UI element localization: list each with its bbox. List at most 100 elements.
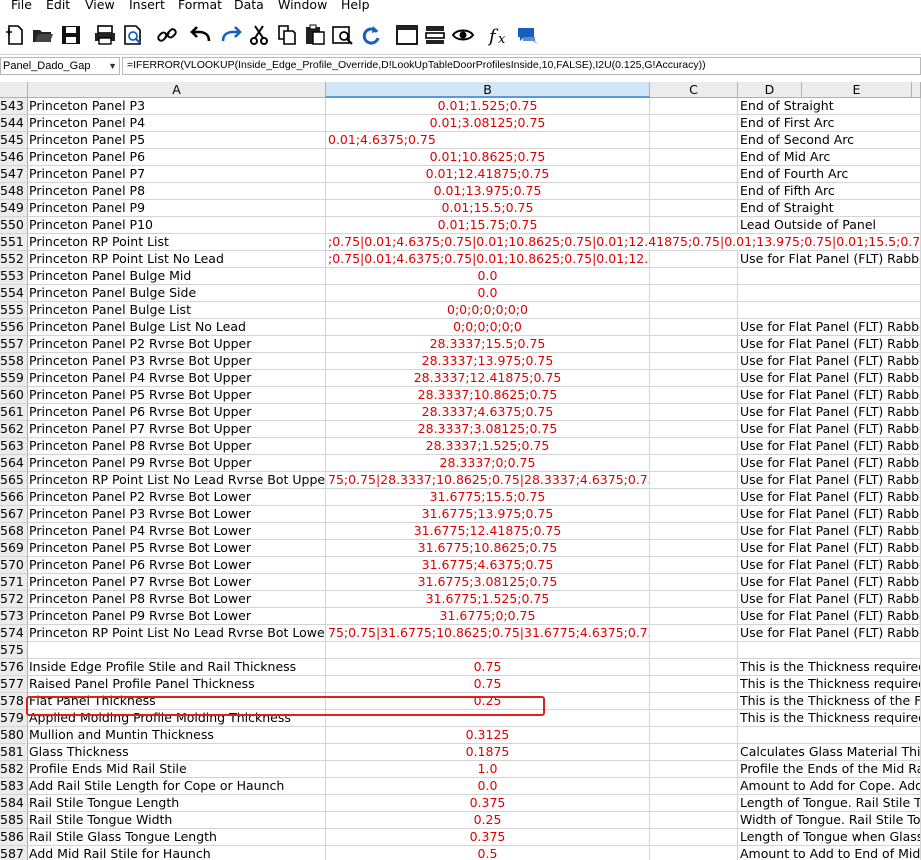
- cell-d[interactable]: [738, 642, 921, 659]
- cell-b[interactable]: 0.375: [326, 795, 650, 812]
- row-number[interactable]: 568: [0, 523, 28, 540]
- cell-c[interactable]: [650, 642, 738, 659]
- cell-b[interactable]: 0.01;13.975;0.75: [326, 183, 650, 200]
- row-number[interactable]: 548: [0, 183, 28, 200]
- chevron-down-icon[interactable]: ▼: [108, 61, 117, 71]
- cell-c[interactable]: [650, 302, 738, 319]
- cell-a[interactable]: Princeton Panel P3 Rvrse Bot Upper: [28, 353, 326, 370]
- cell-c[interactable]: [650, 795, 738, 812]
- cell-b[interactable]: 31.6775;15.5;0.75: [326, 489, 650, 506]
- cell-c[interactable]: [650, 472, 738, 489]
- row-number[interactable]: 565: [0, 472, 28, 489]
- cell-d[interactable]: This is the Thickness required: [738, 659, 921, 676]
- cell-d[interactable]: Use for Flat Panel (FLT) Rabbet: [738, 625, 921, 642]
- row-number[interactable]: 560: [0, 387, 28, 404]
- print-preview-icon[interactable]: [120, 22, 146, 48]
- cell-d[interactable]: End of Straight: [738, 98, 921, 115]
- copy-icon[interactable]: [274, 22, 300, 48]
- row-number[interactable]: 552: [0, 251, 28, 268]
- row-number[interactable]: 583: [0, 778, 28, 795]
- cell-a[interactable]: Princeton Panel P2 Rvrse Bot Lower: [28, 489, 326, 506]
- cell-d[interactable]: Calculates Glass Material Thic: [738, 744, 921, 761]
- row-number[interactable]: 558: [0, 353, 28, 370]
- row-number[interactable]: 544: [0, 115, 28, 132]
- cell-b[interactable]: 0.01;15.5;0.75: [326, 200, 650, 217]
- cell-c[interactable]: [650, 455, 738, 472]
- cell-a[interactable]: Princeton Panel P3 Rvrse Bot Lower: [28, 506, 326, 523]
- cell-d[interactable]: Use for Flat Panel (FLT) Rabbet: [738, 421, 921, 438]
- cell-b[interactable]: 75;0.75|28.3337;10.8625;0.75|28.3337;4.6…: [326, 472, 650, 489]
- menu-item-data[interactable]: Data: [234, 0, 264, 12]
- row-number[interactable]: 582: [0, 761, 28, 778]
- cell-b[interactable]: 28.3337;4.6375;0.75: [326, 404, 650, 421]
- cell-d[interactable]: This is the Thickness required: [738, 710, 921, 727]
- cell-d[interactable]: Use for Flat Panel (FLT) Rabbet: [738, 557, 921, 574]
- cell-a[interactable]: Princeton Panel P9 Rvrse Bot Upper: [28, 455, 326, 472]
- cell-c[interactable]: [650, 387, 738, 404]
- row-number[interactable]: 546: [0, 149, 28, 166]
- cell-c[interactable]: [650, 523, 738, 540]
- cell-a[interactable]: Princeton Panel P6: [28, 149, 326, 166]
- link-icon[interactable]: [154, 22, 180, 48]
- window-icon[interactable]: [394, 22, 420, 48]
- row-number[interactable]: 581: [0, 744, 28, 761]
- cell-d[interactable]: Use for Flat Panel (FLT) Rabbet: [738, 319, 921, 336]
- cell-c[interactable]: [650, 183, 738, 200]
- menu-item-window[interactable]: Window: [278, 0, 327, 12]
- cell-b[interactable]: 28.3337;0;0.75: [326, 455, 650, 472]
- cell-c[interactable]: [650, 659, 738, 676]
- cell-c[interactable]: [650, 268, 738, 285]
- cell-a[interactable]: Profile Ends Mid Rail Stile: [28, 761, 326, 778]
- menu-item-insert[interactable]: Insert: [129, 0, 165, 12]
- cell-c[interactable]: [650, 778, 738, 795]
- cell-b[interactable]: 0.0: [326, 285, 650, 302]
- row-number[interactable]: 580: [0, 727, 28, 744]
- cell-c[interactable]: [650, 506, 738, 523]
- row-number[interactable]: 547: [0, 166, 28, 183]
- row-number[interactable]: 545: [0, 132, 28, 149]
- cell-b[interactable]: 31.6775;1.525;0.75: [326, 591, 650, 608]
- cell-a[interactable]: Princeton Panel P4 Rvrse Bot Lower: [28, 523, 326, 540]
- cell-b[interactable]: 0.01;1.525;0.75: [326, 98, 650, 115]
- menu-item-format[interactable]: Format: [178, 0, 222, 12]
- cell-c[interactable]: [650, 404, 738, 421]
- row-number[interactable]: 575: [0, 642, 28, 659]
- cell-d[interactable]: Use for Flat Panel (FLT) Rabbet: [738, 370, 921, 387]
- cell-b[interactable]: [326, 710, 650, 727]
- row-number[interactable]: 564: [0, 455, 28, 472]
- row-number[interactable]: 559: [0, 370, 28, 387]
- row-number[interactable]: 554: [0, 285, 28, 302]
- row-number[interactable]: 543: [0, 98, 28, 115]
- row-number[interactable]: 577: [0, 676, 28, 693]
- cell-a[interactable]: Flat Panel Thickness: [28, 693, 326, 710]
- cell-c[interactable]: [650, 812, 738, 829]
- cell-c[interactable]: [650, 149, 738, 166]
- cell-c[interactable]: [650, 625, 738, 642]
- cell-b[interactable]: 0.75: [326, 676, 650, 693]
- formula-input[interactable]: =IFERROR(VLOOKUP(Inside_Edge_Profile_Ove…: [122, 57, 921, 75]
- cell-a[interactable]: Princeton RP Point List No Lead Rvrse Bo…: [28, 625, 326, 642]
- undo-icon[interactable]: [188, 22, 214, 48]
- row-number[interactable]: 556: [0, 319, 28, 336]
- cell-c[interactable]: [650, 251, 738, 268]
- cell-c[interactable]: [650, 353, 738, 370]
- cell-d[interactable]: This is the Thickness of the Fl: [738, 693, 921, 710]
- cell-a[interactable]: Princeton Panel Bulge Mid: [28, 268, 326, 285]
- cell-a[interactable]: Princeton Panel P4: [28, 115, 326, 132]
- column-header-b[interactable]: B: [326, 82, 650, 98]
- cell-a[interactable]: Princeton Panel P9: [28, 200, 326, 217]
- cell-a[interactable]: Princeton Panel P4 Rvrse Bot Upper: [28, 370, 326, 387]
- cell-d[interactable]: Length of Tongue when Glass: [738, 829, 921, 846]
- cell-c[interactable]: [650, 693, 738, 710]
- cell-d[interactable]: Length of Tongue. Rail Stile T: [738, 795, 921, 812]
- cell-b[interactable]: 28.3337;3.08125;0.75: [326, 421, 650, 438]
- cell-b[interactable]: 0.75: [326, 659, 650, 676]
- column-header-f[interactable]: [912, 82, 921, 98]
- stack-icon[interactable]: [422, 22, 448, 48]
- paste-icon[interactable]: [302, 22, 328, 48]
- cell-a[interactable]: Princeton Panel P7 Rvrse Bot Upper: [28, 421, 326, 438]
- row-number[interactable]: 571: [0, 574, 28, 591]
- column-header-a[interactable]: A: [28, 82, 326, 98]
- cell-b[interactable]: 0.3125: [326, 727, 650, 744]
- cell-c[interactable]: [650, 761, 738, 778]
